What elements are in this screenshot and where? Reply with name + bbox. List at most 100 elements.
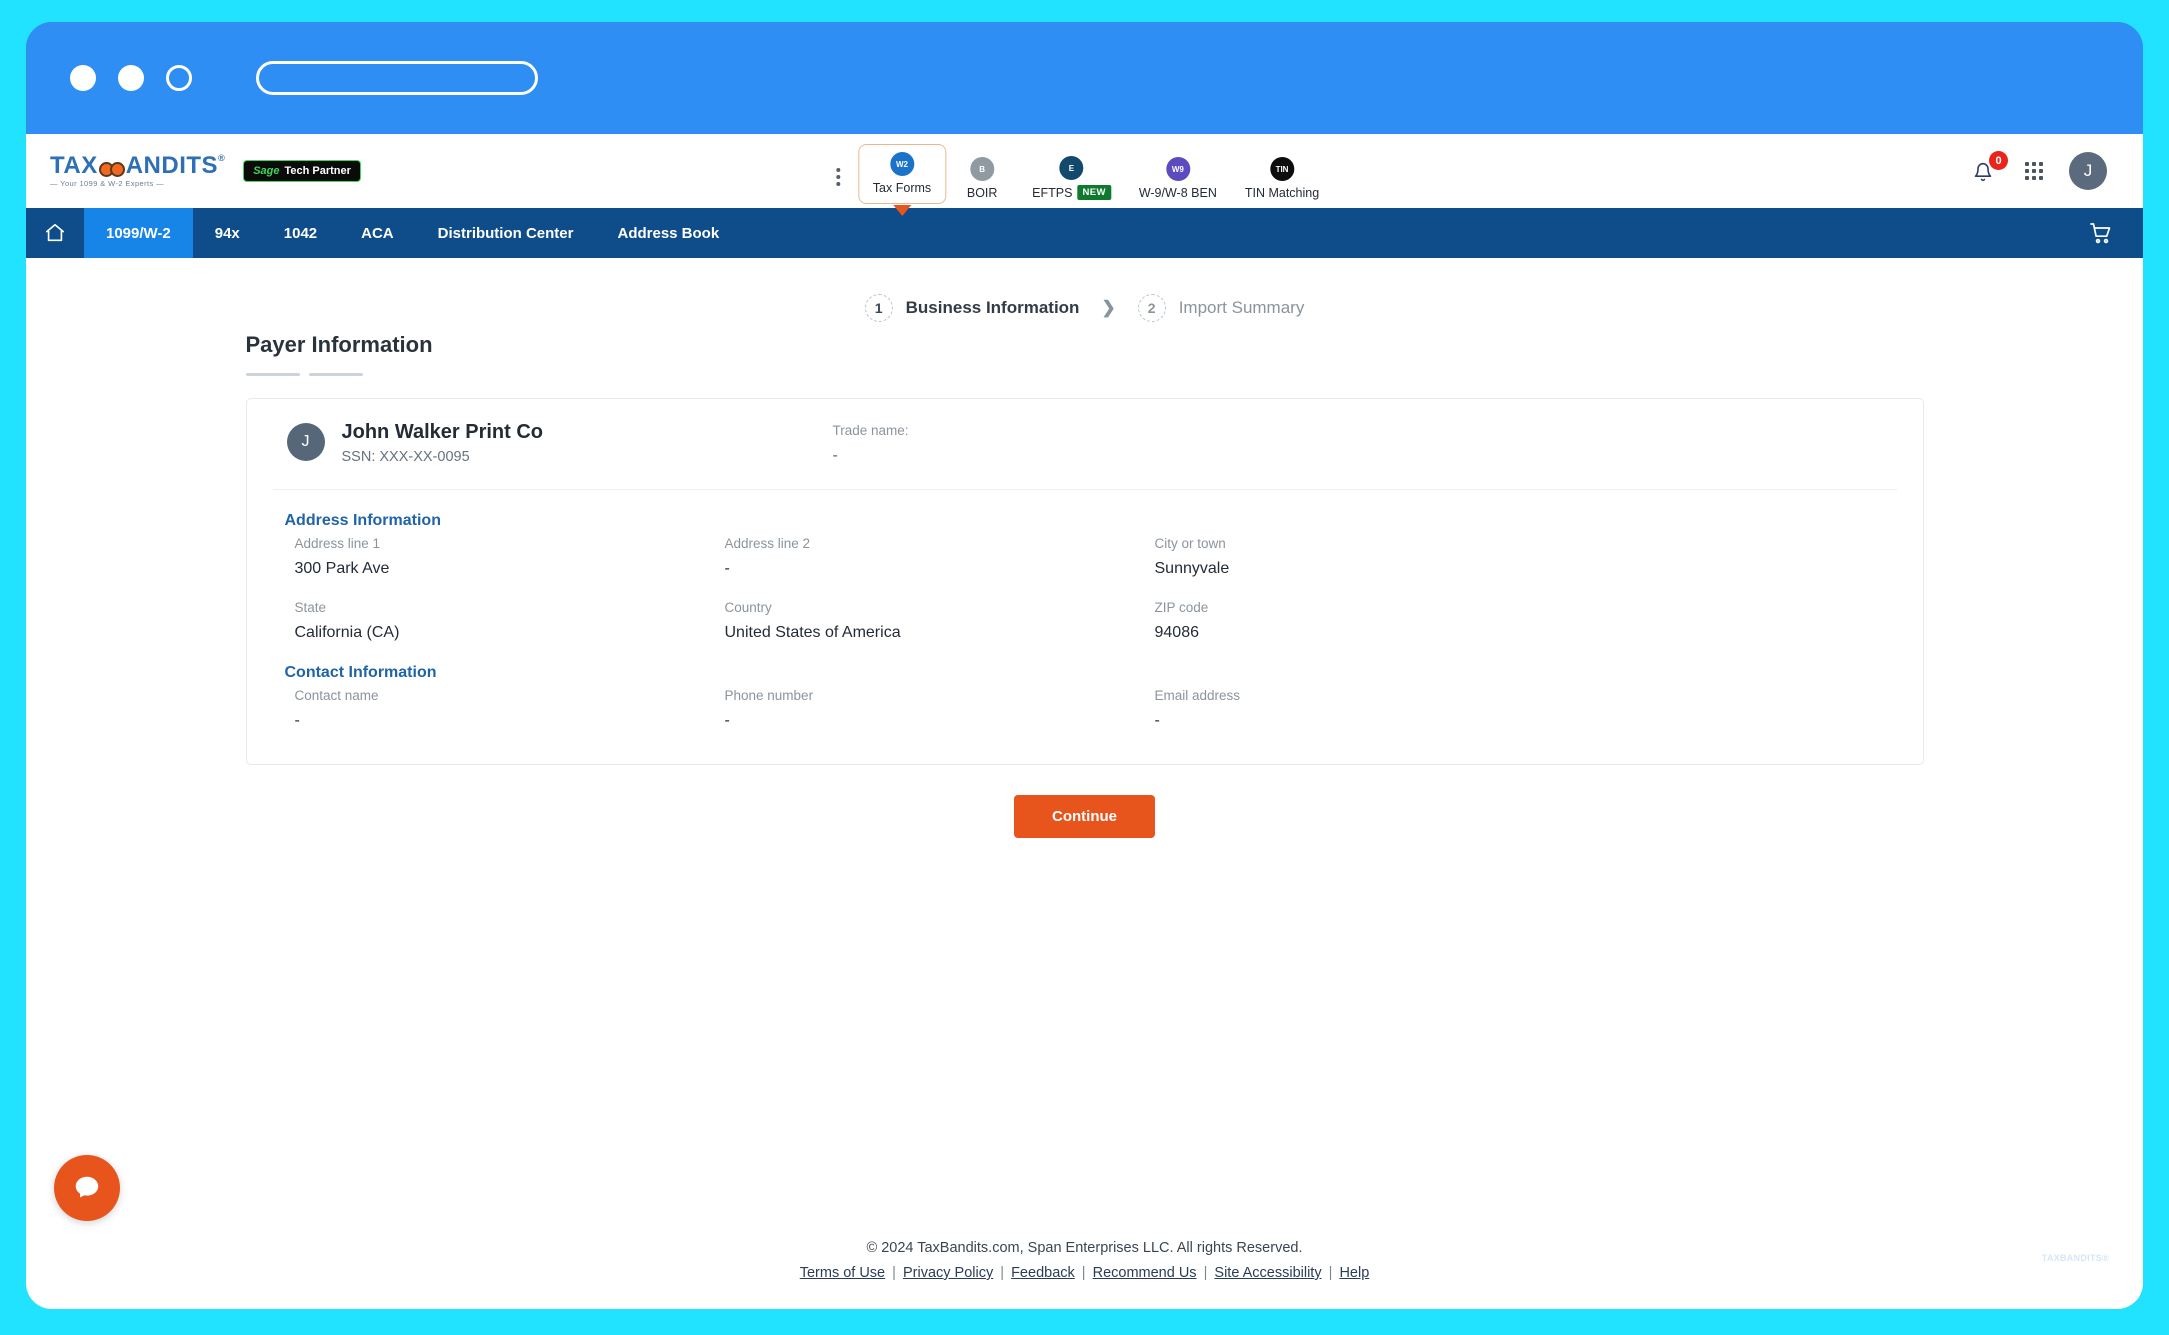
home-icon[interactable] (26, 208, 84, 258)
field-value: 300 Park Ave (294, 560, 390, 577)
contact-information-heading: Contact Information (284, 664, 437, 681)
title-underline (245, 373, 1924, 376)
user-avatar[interactable]: J (2069, 152, 2107, 190)
step-import-summary[interactable]: 2 Import Summary (1137, 294, 1305, 322)
footer-link-feedback[interactable]: Feedback (1011, 1265, 1075, 1281)
registered-mark: ® (218, 152, 226, 163)
more-options-icon[interactable] (835, 168, 858, 208)
step-label: Import Summary (1178, 298, 1305, 317)
field-value: California (CA) (294, 624, 400, 641)
field-value: - (294, 712, 300, 729)
field-state: State California (CA) (295, 600, 725, 642)
step-number: 1 (864, 294, 893, 322)
header-actions: 0 J (1973, 151, 2107, 190)
step-label: Business Information (905, 298, 1080, 317)
payer-information-card: J John Walker Print Co SSN: XXX-XX-0095 … (245, 398, 1924, 765)
field-label: Address line 2 (724, 536, 811, 551)
nav-tab-address-book[interactable]: Address Book (595, 208, 741, 258)
step-number: 2 (1137, 294, 1166, 322)
tax-forms-icon: W2 (889, 152, 914, 176)
brand-area: TAX ANDITS ® — Your 1099 & W-2 Experts —… (50, 152, 361, 189)
nav-tab-label: Address Book (617, 224, 720, 242)
field-label: City or town (1154, 536, 1226, 551)
field-value: 94086 (1154, 624, 1200, 641)
field-value: - (1154, 712, 1160, 729)
header-nav-tax-forms[interactable]: W2 Tax Forms (857, 144, 947, 204)
field-label: State (294, 600, 327, 615)
progress-stepper: 1 Business Information ❯ 2 Import Summar… (26, 258, 2143, 332)
trade-name-field: Trade name: - (833, 421, 909, 465)
header-nav-label: TIN Matching (1244, 186, 1320, 200)
logo-text-tax: TAX (50, 152, 98, 180)
nav-tab-aca[interactable]: ACA (339, 208, 416, 258)
footer-separator: | (1000, 1265, 1005, 1281)
field-phone-number: Phone number - (725, 688, 1155, 730)
header-nav-label: W-9/W-8 BEN (1138, 186, 1217, 200)
page-root: TAX ANDITS ® — Your 1099 & W-2 Experts —… (26, 134, 2143, 1309)
primary-navbar: 1099/W-2 94x 1042 ACA Distribution Cente… (26, 208, 2143, 258)
browser-chrome (26, 22, 2143, 134)
header-nav-tin-matching[interactable]: TIN TIN Matching (1231, 146, 1333, 208)
app-header: TAX ANDITS ® — Your 1099 & W-2 Experts —… (26, 134, 2143, 208)
nav-tab-1099-w2[interactable]: 1099/W-2 (84, 208, 193, 258)
footer-link-site-accessibility[interactable]: Site Accessibility (1214, 1265, 1321, 1281)
chat-bubble-icon[interactable] (54, 1155, 120, 1221)
footer-separator: | (1328, 1265, 1333, 1281)
header-nav-w9-w8ben[interactable]: W9 W-9/W-8 BEN (1125, 146, 1231, 208)
field-label: Contact name (294, 688, 379, 703)
field-label: Email address (1154, 688, 1241, 703)
tin-icon: TIN (1270, 157, 1295, 181)
footer-link-terms-of-use[interactable]: Terms of Use (800, 1265, 885, 1281)
footer-link-recommend-us[interactable]: Recommend Us (1093, 1265, 1197, 1281)
close-dot[interactable] (70, 65, 96, 91)
nav-tab-94x[interactable]: 94x (193, 208, 262, 258)
footer-links: Terms of Use | Privacy Policy | Feedback… (26, 1265, 2143, 1281)
w9-icon: W9 (1165, 157, 1190, 181)
header-product-nav: W2 Tax Forms B BOIR E EFTPS NEW W9 W-9/W… (835, 134, 1333, 208)
taxbandits-logo[interactable]: TAX ANDITS ® — Your 1099 & W-2 Experts — (50, 152, 226, 189)
field-label: Address line 1 (294, 536, 381, 551)
step-business-information[interactable]: 1 Business Information (864, 294, 1080, 322)
field-value: United States of America (724, 624, 901, 641)
step-separator-icon: ❯ (1101, 298, 1116, 317)
footer-separator: | (892, 1265, 896, 1281)
page-footer: © 2024 TaxBandits.com, Span Enterprises … (26, 1240, 2143, 1309)
tech-partner-text: Tech Partner (284, 165, 351, 177)
nav-tab-distribution-center[interactable]: Distribution Center (416, 208, 596, 258)
address-fields-grid: Address line 1 300 Park Ave Address line… (273, 536, 1897, 642)
minimize-dot[interactable] (118, 65, 144, 91)
apps-grid-icon[interactable] (2025, 162, 2043, 180)
notifications-button[interactable]: 0 (1973, 151, 2008, 184)
nav-tab-1042[interactable]: 1042 (262, 208, 339, 258)
browser-window: TAX ANDITS ® — Your 1099 & W-2 Experts —… (26, 22, 2143, 1309)
nav-tab-label: 1042 (283, 224, 318, 242)
field-address-line-1: Address line 1 300 Park Ave (295, 536, 725, 578)
url-input[interactable] (256, 61, 538, 95)
payer-section: Payer Information J John Walker Print Co… (245, 332, 1924, 838)
address-information-heading: Address Information (284, 512, 441, 529)
header-nav-boir[interactable]: B BOIR (946, 146, 1018, 208)
main-content: 1 Business Information ❯ 2 Import Summar… (26, 258, 2143, 1309)
trade-name-value: - (832, 447, 838, 464)
continue-button[interactable]: Continue (1014, 795, 1155, 838)
payer-ssn: SSN: XXX-XX-0095 (341, 449, 470, 465)
header-nav-eftps[interactable]: E EFTPS NEW (1018, 146, 1125, 208)
notification-count-badge: 0 (1989, 151, 2008, 170)
field-label: Country (724, 600, 772, 615)
continue-button-wrap: Continue (246, 795, 1924, 838)
sage-tech-partner-badge: Sage Tech Partner (243, 160, 361, 182)
logo-wordmark: TAX ANDITS ® (50, 152, 226, 180)
page-title: Payer Information (245, 332, 433, 357)
footer-link-privacy-policy[interactable]: Privacy Policy (903, 1265, 993, 1281)
payer-name: John Walker Print Co (341, 421, 544, 443)
footer-separator: | (1081, 1265, 1086, 1281)
cart-icon[interactable] (2059, 208, 2143, 258)
trade-name-label: Trade name: (832, 423, 909, 438)
payer-name-block: John Walker Print Co SSN: XXX-XX-0095 (342, 421, 544, 465)
contact-fields-grid: Contact name - Phone number - Email addr… (273, 688, 1897, 730)
footer-link-help[interactable]: Help (1339, 1265, 1369, 1281)
logo-tagline: — Your 1099 & W-2 Experts — (50, 179, 165, 189)
field-contact-name: Contact name - (295, 688, 725, 730)
field-value: - (724, 560, 730, 577)
maximize-dot[interactable] (166, 65, 192, 91)
